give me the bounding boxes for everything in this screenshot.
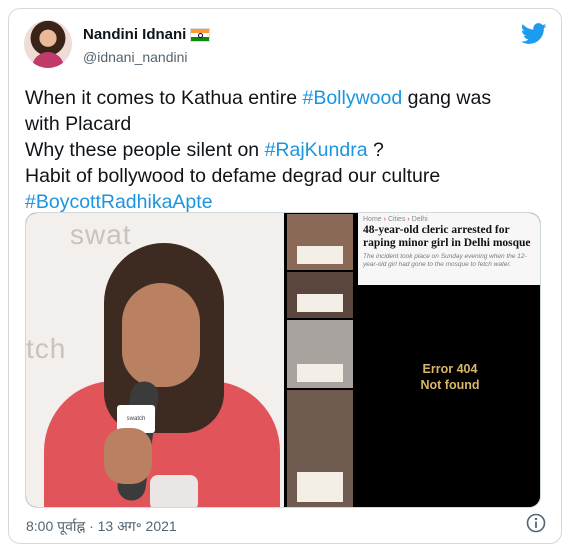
tweet-timestamp[interactable]: 8:00 पूर्वाह्न · 13 अग॰ 2021	[26, 517, 177, 536]
brand-text-mid: tch	[26, 333, 67, 364]
info-icon[interactable]	[526, 513, 546, 533]
brand-text-top: swat	[70, 219, 132, 250]
tweet-text: When it comes to Kathua entire #Bollywoo…	[25, 85, 545, 215]
tweet-media[interactable]: swat tch swatch Home › Cities › Delhi 48…	[25, 212, 541, 508]
news-clipping: Home › Cities › Delhi 48-year-old cleric…	[358, 213, 540, 285]
twitter-bird-icon[interactable]	[521, 23, 547, 45]
tweet-line-4: Habit of bollywood to defame degrad our …	[25, 165, 441, 187]
display-name[interactable]: Nandini Idnani	[83, 26, 186, 43]
news-breadcrumb: Home › Cities › Delhi	[363, 216, 428, 223]
speaker-cuff	[150, 475, 198, 507]
tweet-line-2: with Placard	[25, 113, 132, 135]
media-collage[interactable]: Home › Cities › Delhi 48-year-old cleric…	[286, 213, 540, 507]
india-flag-icon	[190, 27, 211, 42]
speaker-face	[122, 283, 200, 387]
media-photo-speaker[interactable]: swat tch swatch	[26, 213, 284, 507]
tweet-card: Nandini Idnani @idnani_nandini When it c…	[8, 8, 562, 544]
mosaic-tile	[286, 213, 354, 271]
news-headline: 48-year-old cleric arrested for raping m…	[363, 224, 531, 249]
news-summary: The incident took place on Sunday evenin…	[363, 253, 527, 268]
tweet-line-1: When it comes to Kathua entire #Bollywoo…	[25, 87, 492, 109]
protest-photo-mosaic	[286, 213, 354, 507]
avatar[interactable]	[24, 20, 72, 68]
mosaic-tile	[286, 271, 354, 319]
hashtag-rajkundra[interactable]: #RajKundra	[265, 139, 368, 161]
mosaic-tile	[286, 389, 354, 507]
hashtag-bollywood[interactable]: #Bollywood	[302, 87, 402, 109]
hashtag-boycottradhikaapte[interactable]: #BoycottRadhikaApte	[25, 191, 213, 213]
error-text: Error 404 Not found	[420, 362, 480, 392]
mosaic-tile	[286, 319, 354, 389]
author-name-row[interactable]: Nandini Idnani	[83, 26, 211, 43]
user-handle[interactable]: @idnani_nandini	[83, 49, 188, 65]
tweet-line-3: Why these people silent on #RajKundra ?	[25, 139, 384, 161]
speaker-hand	[104, 428, 152, 484]
